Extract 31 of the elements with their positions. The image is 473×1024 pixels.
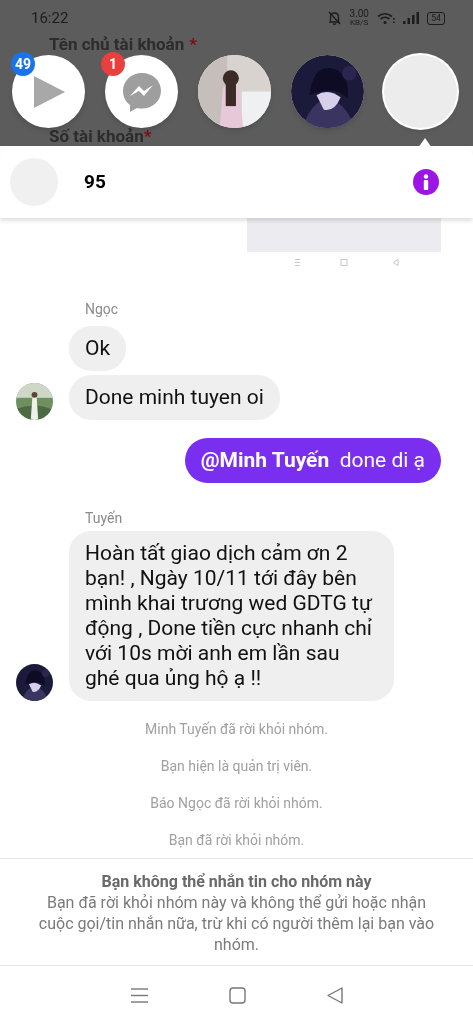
sender-name: Ngọc bbox=[85, 300, 120, 318]
system-message: Bạn hiện là quản trị viên. bbox=[160, 757, 313, 776]
chat-head[interactable] bbox=[384, 55, 457, 128]
conversation-title: 95 bbox=[84, 168, 106, 195]
system-message: Báo Ngọc đã rời khỏi nhóm. bbox=[150, 794, 323, 813]
chat-head[interactable] bbox=[12, 55, 85, 128]
info-icon[interactable] bbox=[413, 169, 439, 195]
battery-indicator: 54 bbox=[426, 11, 445, 25]
status-time: 16:22 bbox=[31, 7, 69, 29]
menu-icon[interactable] bbox=[130, 987, 148, 1003]
network-speed: 3.00 bbox=[349, 9, 369, 19]
notice-text: Bạn đã rời khỏi nhóm này và không thể gửi hoặc nhận cuộc gọi/tin nhắn nữa, trừ khi có người thêm lại bạn vào nhóm. bbox=[37, 892, 436, 955]
system-message: Minh Tuyến đã rời khỏi nhóm. bbox=[145, 720, 328, 739]
sender-name: Tuyến bbox=[85, 509, 124, 527]
notice-title: Bạn không thể nhắn tin cho nhóm này bbox=[101, 872, 372, 892]
wifi-icon bbox=[376, 11, 395, 25]
back-icon[interactable] bbox=[326, 986, 343, 1004]
notification-badge: 49 bbox=[11, 52, 36, 76]
message-bubble: Ok bbox=[69, 326, 127, 371]
message-bubble: Done minh tuyen oi bbox=[69, 375, 280, 420]
signal-icon bbox=[402, 12, 419, 24]
home-icon[interactable] bbox=[228, 986, 246, 1004]
system-message: Bạn đã rời khỏi nhóm. bbox=[168, 831, 305, 850]
chat-head[interactable] bbox=[105, 55, 178, 128]
required-mark: * bbox=[143, 128, 152, 145]
messenger-icon bbox=[120, 70, 163, 113]
message-bubble: Hoàn tất giao dịch cảm ơn 2 bạn! , Ngày 10/11 tới đây bên mình khai trương wed GDTG tự động , Done tiền cực nhanh chỉ với 10s mời anh em lần sau ghé qua ủng hộ ạ !! bbox=[69, 531, 394, 701]
notification-badge: 1 bbox=[101, 52, 125, 76]
message-bubble: @Minh Tuyến done di ạ bbox=[184, 438, 441, 483]
required-mark: * bbox=[189, 36, 197, 53]
bell-off-icon bbox=[328, 11, 342, 25]
